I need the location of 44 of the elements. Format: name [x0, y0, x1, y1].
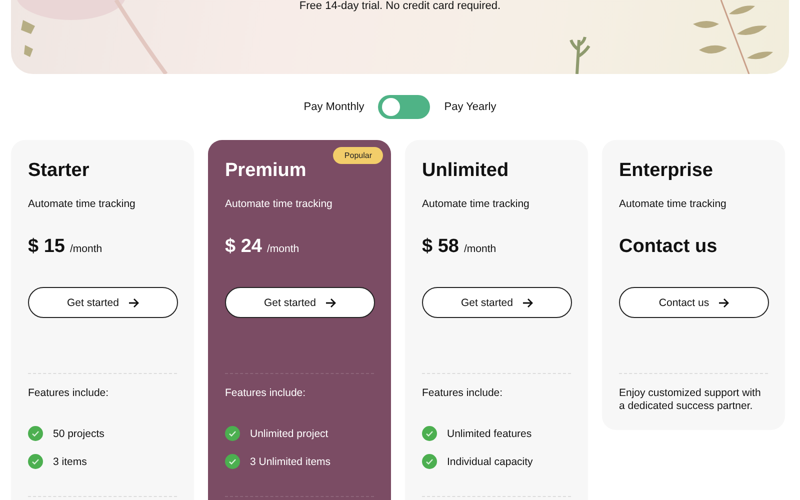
arrow-right-icon: [324, 298, 336, 308]
check-icon: [28, 426, 43, 441]
trial-subtitle: Free 14-day trial. No credit card required.: [299, 0, 501, 12]
price-period: /month: [464, 243, 496, 255]
plan-button[interactable]: Get started: [225, 287, 375, 318]
plan-price: $ 24: [225, 236, 262, 258]
feature-text: 50 projects: [53, 428, 104, 440]
plan-name: Unlimited: [422, 160, 510, 182]
plan-name: Enterprise: [619, 160, 714, 182]
check-icon: [225, 426, 240, 441]
features-heading: Features include:: [225, 387, 307, 399]
popular-badge: Popular: [333, 147, 383, 164]
plan-name: Premium: [225, 160, 308, 182]
plan-button[interactable]: Get started: [422, 287, 572, 318]
feature-text: 3 Unlimited items: [250, 456, 331, 468]
plan-note: Enjoy customized support with a dedicated success partner.: [619, 387, 762, 413]
plan-price: $ 58: [422, 236, 459, 258]
plan-tagline: Automate time tracking: [225, 198, 334, 210]
billing-toggle[interactable]: [378, 95, 430, 119]
arrow-right-icon: [718, 298, 730, 308]
features-heading: Features include:: [28, 387, 110, 399]
plan-tagline: Automate time tracking: [619, 198, 728, 210]
check-icon: [28, 454, 43, 469]
arrow-right-icon: [522, 298, 533, 308]
plan-name: Starter: [28, 160, 90, 182]
plan-button[interactable]: Get started: [28, 287, 178, 318]
feature-text: Unlimited features: [447, 428, 532, 440]
plan-tagline: Automate time tracking: [422, 198, 530, 210]
price-period: /month: [70, 243, 102, 255]
feature-text: Unlimited project: [250, 428, 328, 440]
plan-tagline: Automate time tracking: [28, 198, 136, 210]
feature-text: Individual capacity: [447, 456, 533, 468]
price-period: /month: [266, 243, 300, 255]
check-icon: [422, 454, 437, 469]
check-icon: [225, 454, 240, 469]
pay-monthly-label: Pay Monthly: [304, 101, 364, 113]
feature-text: 3 items: [53, 456, 87, 468]
features-heading: Features include:: [422, 387, 504, 399]
plan-price: $ 15: [28, 236, 65, 258]
check-icon: [422, 426, 437, 441]
arrow-right-icon: [128, 298, 139, 308]
contact-heading: Contact us: [619, 236, 718, 258]
plan-button[interactable]: Contact us: [619, 287, 769, 318]
pay-yearly-label: Pay Yearly: [444, 101, 496, 113]
